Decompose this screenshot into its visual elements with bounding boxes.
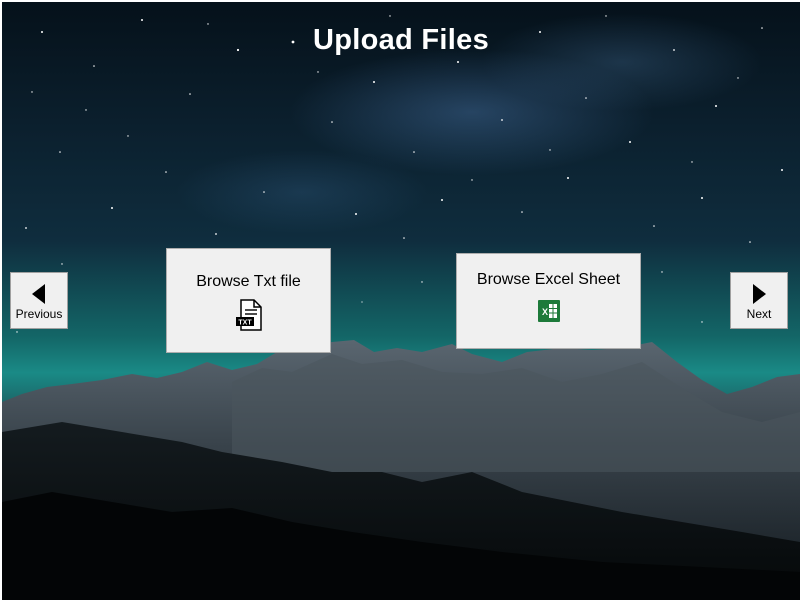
app-window: Upload Files Previous Browse Txt file TX…	[0, 0, 802, 607]
mountain-range	[2, 340, 800, 600]
svg-text:X: X	[541, 307, 547, 317]
excel-icon: X	[537, 300, 560, 322]
browse-txt-label: Browse Txt file	[196, 273, 301, 290]
next-button[interactable]: Next	[730, 272, 788, 329]
browse-excel-button[interactable]: Browse Excel Sheet X	[456, 253, 641, 349]
browse-txt-button[interactable]: Browse Txt file TXT	[166, 248, 331, 353]
triangle-left-icon	[32, 284, 45, 304]
page-title: Upload Files	[312, 24, 489, 56]
triangle-right-icon	[753, 284, 766, 304]
next-label: Next	[746, 307, 772, 321]
browse-excel-label: Browse Excel Sheet	[476, 271, 621, 288]
previous-label: Previous	[15, 307, 63, 321]
svg-text:TXT: TXT	[238, 320, 252, 327]
background-image: Upload Files Previous Browse Txt file TX…	[2, 2, 800, 600]
previous-button[interactable]: Previous	[10, 272, 68, 329]
txt-file-icon: TXT	[235, 299, 262, 331]
